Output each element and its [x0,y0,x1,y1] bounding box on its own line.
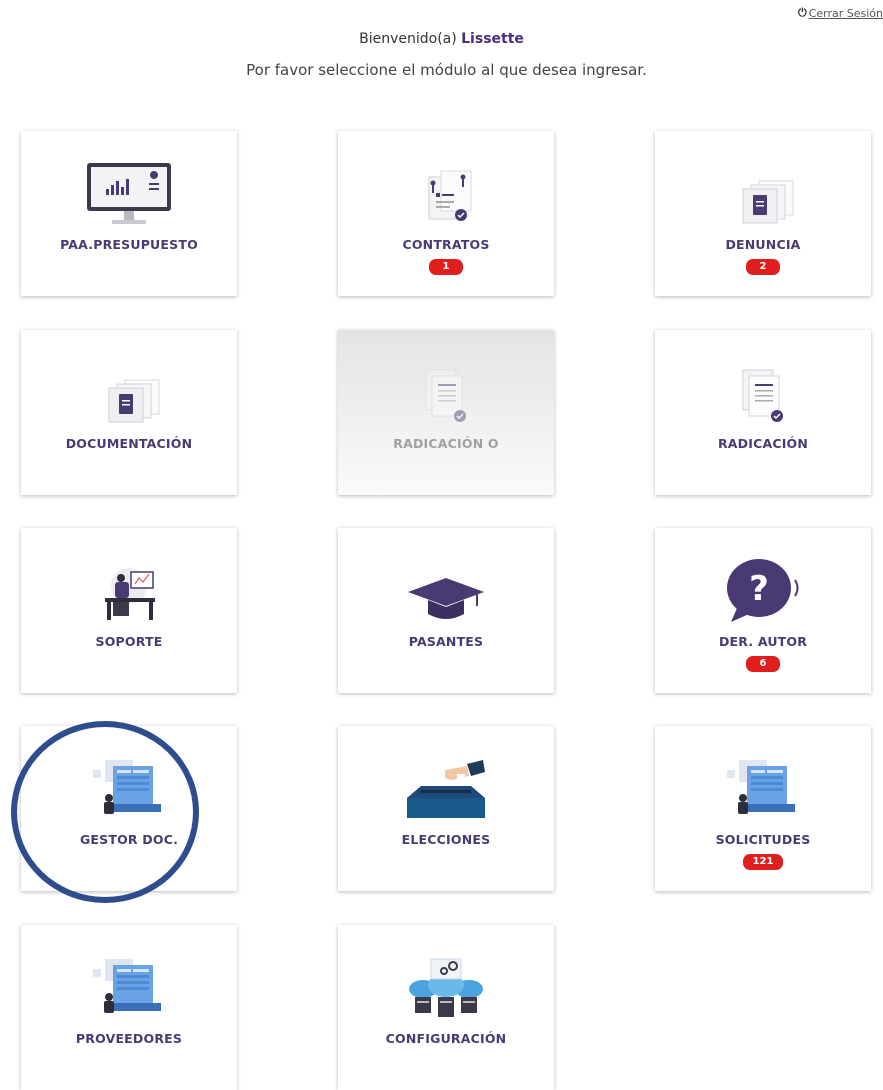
support-desk-icon [79,558,179,624]
contract-documents-icon [396,161,496,227]
module-label: CONTRATOS [402,237,490,252]
module-card-paa-presupuesto[interactable]: PAA.PRESUPUESTO [21,131,237,296]
notification-badge: 121 [742,854,784,870]
module-label: ELECCIONES [401,832,491,847]
logout-link[interactable]: ⏻ Cerrar Sesión [798,6,883,20]
document-manager-icon [713,756,813,822]
notification-badge: 2 [746,259,780,275]
module-card-elecciones[interactable]: ELECCIONES [338,726,554,891]
module-label: GESTOR DOC. [79,832,179,847]
monitor-chart-icon [79,161,179,227]
module-card-contratos[interactable]: CONTRATOS 1 [338,131,554,296]
module-label: DER. AUTOR [718,634,808,649]
svg-text:?: ? [749,569,769,609]
module-label: DENUNCIA [725,237,801,252]
module-card-pasantes[interactable]: PASANTES [338,528,554,693]
module-label: RADICACIÓN [717,436,809,451]
module-label: PROVEEDORES [75,1031,183,1046]
user-name: Lissette [461,31,524,47]
cloud-servers-gear-icon [396,955,496,1021]
filed-document-icon [713,360,813,426]
module-label: PAA.PRESUPUESTO [60,237,198,252]
ballot-box-icon [396,756,496,822]
welcome-prefix: Bienvenido(a) [359,31,462,47]
stacked-documents-icon [79,360,179,426]
welcome-message: Bienvenido(a) Lissette [0,31,883,47]
module-label: PASANTES [408,634,484,649]
graduation-cap-icon [396,558,496,624]
module-card-radicacion-o[interactable]: RADICACIÓN O [338,330,554,495]
page-subtitle: Por favor seleccione el módulo al que de… [246,61,647,79]
power-icon: ⏻ [797,6,807,19]
notification-badge: 6 [746,656,780,672]
filed-document-icon [396,360,496,426]
document-manager-icon [79,955,179,1021]
module-card-soporte[interactable]: SOPORTE [21,528,237,693]
logout-label: Cerrar Sesión [808,6,883,20]
module-label: SOPORTE [95,634,163,649]
module-card-gestor-doc[interactable]: GESTOR DOC. [21,726,237,891]
question-bubble-icon: ? [713,558,813,624]
module-card-proveedores[interactable]: PROVEEDORES [21,925,237,1090]
module-card-denuncia[interactable]: DENUNCIA 2 [655,131,871,296]
module-card-configuracion[interactable]: CONFIGURACIÓN [338,925,554,1090]
module-label: SOLICITUDES [715,832,811,847]
stacked-documents-icon [713,161,813,227]
module-label: DOCUMENTACIÓN [65,436,193,451]
module-label: RADICACIÓN O [393,436,499,451]
module-label: CONFIGURACIÓN [385,1031,507,1046]
module-card-solicitudes[interactable]: SOLICITUDES 121 [655,726,871,891]
module-card-radicacion[interactable]: RADICACIÓN [655,330,871,495]
module-card-documentacion[interactable]: DOCUMENTACIÓN [21,330,237,495]
notification-badge: 1 [429,259,463,275]
module-card-der-autor[interactable]: ? DER. AUTOR 6 [655,528,871,693]
document-manager-icon [79,756,179,822]
